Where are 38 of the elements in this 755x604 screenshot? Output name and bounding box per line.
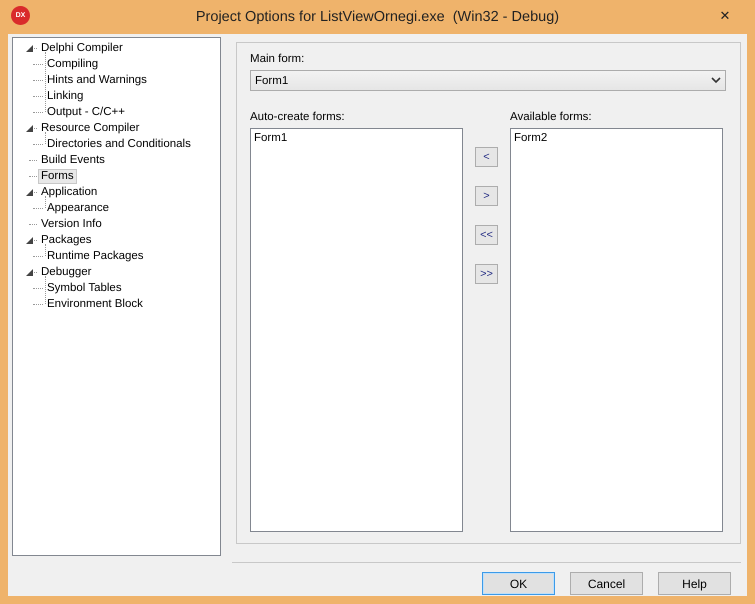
expanded-triangle-icon[interactable] — [25, 124, 34, 132]
tree-item[interactable]: Resource Compiler — [38, 120, 142, 136]
close-button[interactable]: ✕ — [713, 6, 737, 26]
expanded-triangle-icon[interactable] — [25, 188, 34, 196]
tree-item[interactable]: Packages — [38, 232, 95, 248]
tree-item[interactable]: Output - C/C++ — [44, 104, 128, 120]
chevron-down-icon — [711, 77, 721, 84]
tree-item[interactable]: Delphi Compiler — [38, 40, 126, 56]
list-item[interactable]: Form1 — [254, 131, 459, 145]
list-item[interactable]: Form2 — [514, 131, 719, 145]
dialog-button[interactable]: OK — [482, 572, 555, 595]
main-form-label: Main form: — [250, 53, 304, 65]
move-button[interactable]: >> — [475, 264, 498, 284]
move-button[interactable]: > — [475, 186, 498, 206]
auto-create-label: Auto-create forms: — [250, 111, 346, 123]
move-button[interactable]: << — [475, 225, 498, 245]
tree-item[interactable]: Version Info — [38, 216, 105, 232]
tree-item[interactable]: Forms — [38, 168, 77, 184]
tree-item[interactable]: Appearance — [44, 200, 112, 216]
tree-item[interactable]: Build Events — [38, 152, 108, 168]
move-button[interactable]: < — [475, 147, 498, 167]
dialog-button[interactable]: Cancel — [570, 572, 643, 595]
tree-item[interactable]: Symbol Tables — [44, 280, 125, 296]
tree-item[interactable]: Application — [38, 184, 100, 200]
tree-item[interactable]: Debugger — [38, 264, 95, 280]
main-form-dropdown[interactable]: Form1 — [250, 70, 726, 91]
tree-item[interactable]: Environment Block — [44, 296, 146, 312]
available-label: Available forms: — [510, 111, 593, 123]
tree-item[interactable]: Compiling — [44, 56, 102, 72]
window-title: Project Options for ListViewOrnegi.exe (Win32 - Debug) — [194, 9, 560, 25]
dialog-button[interactable]: Help — [658, 572, 731, 595]
tree-item[interactable]: Linking — [44, 88, 86, 104]
expanded-triangle-icon[interactable] — [25, 236, 34, 244]
expanded-triangle-icon[interactable] — [25, 44, 34, 52]
tree-item[interactable]: Directories and Conditionals — [44, 136, 194, 152]
tree-item[interactable]: Runtime Packages — [44, 248, 147, 264]
expanded-triangle-icon[interactable] — [25, 268, 34, 276]
tree-item[interactable]: Hints and Warnings — [44, 72, 150, 88]
